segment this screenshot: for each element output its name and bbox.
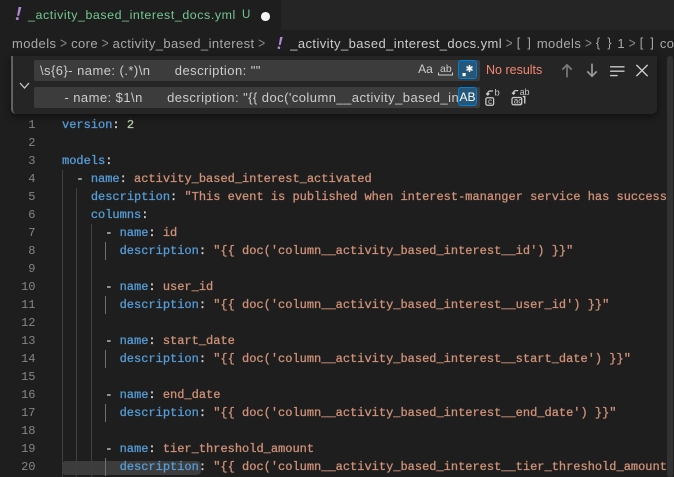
svg-text:c: c (488, 97, 492, 106)
svg-text:ab: ab (520, 87, 530, 97)
svg-text:ab: ab (440, 63, 452, 75)
svg-text:b: b (495, 87, 500, 97)
svg-text:ac: ac (514, 96, 523, 105)
